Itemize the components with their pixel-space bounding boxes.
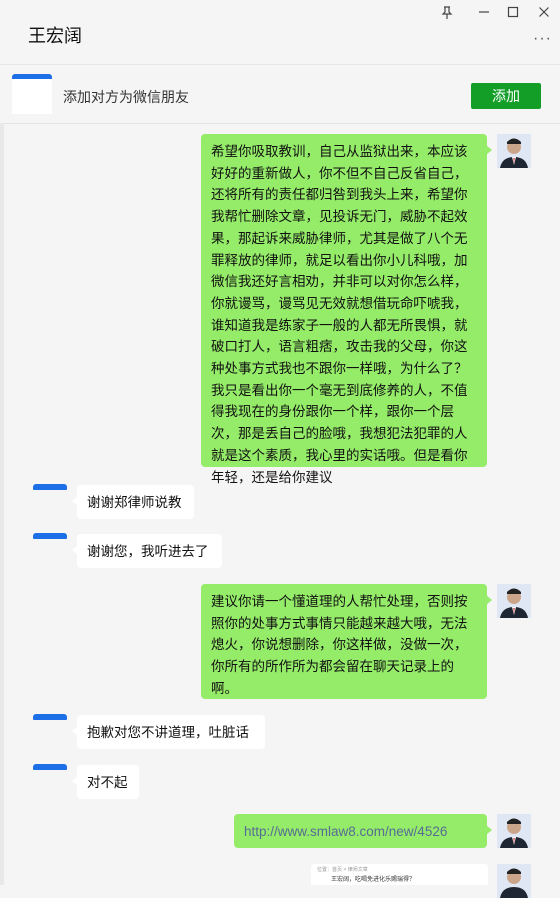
window-title: 王宏阔: [28, 26, 82, 46]
maximize-icon[interactable]: [504, 6, 522, 21]
contact-avatar: [12, 74, 52, 114]
my-avatar[interactable]: [497, 134, 531, 168]
link-message-bubble[interactable]: http://www.smlaw8.com/new/4526: [234, 814, 492, 848]
message-bubble-2[interactable]: 谢谢郑律师说教: [72, 485, 194, 519]
my-avatar[interactable]: [497, 864, 531, 898]
message-bubble-1[interactable]: 希望你吸取教训，自己从监狱出来，本应该好好的重新做人，你不但不自己反省自己，还将…: [201, 134, 492, 485]
more-icon[interactable]: ···: [533, 30, 552, 48]
message-bubble-4[interactable]: 建议你请一个懂道理的人帮忙处理，否则按照你的处事方式事情只能越来越大哦，无法熄火…: [201, 584, 492, 699]
chat-header: 王宏阔 ···: [0, 0, 560, 65]
add-friend-prompt: 添加对方为微信朋友: [63, 89, 189, 105]
minimize-icon[interactable]: [475, 6, 493, 21]
pin-icon[interactable]: [438, 6, 456, 23]
my-avatar[interactable]: [497, 584, 531, 618]
add-friend-button[interactable]: 添加: [471, 83, 541, 109]
card-breadcrumb: 位置：首页 > 律师文章: [317, 867, 368, 873]
chat-area[interactable]: 希望你吸取教训，自己从监狱出来，本应该好好的重新做人，你不但不自己反省自己，还将…: [0, 124, 560, 898]
contact-avatar[interactable]: [33, 714, 67, 720]
my-avatar[interactable]: [497, 814, 531, 848]
link-preview-card[interactable]: 位置：首页 > 律师文章 王宏阔，吃喝免进化乐赐瑞得？: [311, 864, 488, 885]
card-headline: 王宏阔，吃喝免进化乐赐瑞得？: [331, 877, 416, 883]
add-friend-bar: 添加对方为微信朋友 添加: [0, 65, 560, 124]
message-bubble-5[interactable]: 抱歉对您不讲道理，吐脏话: [72, 715, 265, 749]
contact-avatar[interactable]: [33, 484, 67, 490]
close-icon[interactable]: [535, 6, 553, 21]
contact-avatar[interactable]: [33, 764, 67, 770]
message-bubble-3[interactable]: 谢谢您，我听进去了: [72, 534, 222, 568]
contact-avatar[interactable]: [33, 533, 67, 539]
message-bubble-6[interactable]: 对不起: [72, 765, 139, 799]
